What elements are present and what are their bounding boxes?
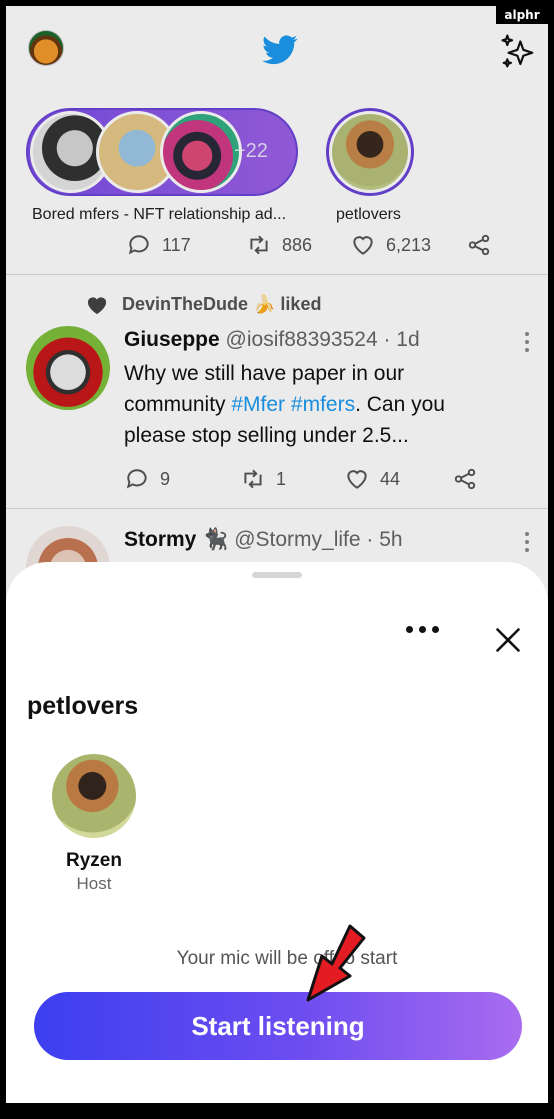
close-icon[interactable] — [494, 626, 522, 654]
host-name: Ryzen — [66, 850, 122, 871]
annotation-arrow-icon — [306, 924, 366, 1002]
host-role: Host — [76, 874, 112, 893]
mic-notice: Your mic will be off to start — [176, 948, 398, 969]
bottom-frame-bar — [0, 1103, 554, 1119]
drag-handle[interactable] — [252, 572, 302, 578]
app-frame: alphr +22 Bored mfers - NFT relationship… — [0, 0, 554, 1119]
start-listening-button[interactable]: Start listening — [34, 992, 522, 1060]
more-options-icon[interactable] — [406, 626, 439, 633]
host-avatar[interactable] — [52, 754, 136, 838]
watermark: alphr — [496, 6, 548, 24]
space-title: petlovers — [27, 692, 139, 720]
space-bottom-sheet: petlovers Ryzen Host Your mic will be of… — [6, 562, 548, 1119]
